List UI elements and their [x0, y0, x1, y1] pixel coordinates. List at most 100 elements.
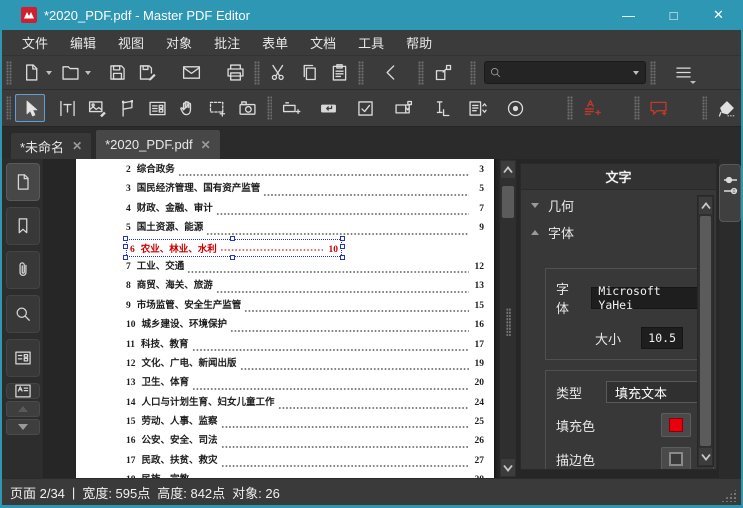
scroll-down-button[interactable] [501, 459, 515, 476]
toolbar-drag-handle[interactable] [701, 96, 708, 120]
type-select[interactable]: 填充文本 [606, 381, 703, 403]
toolbar-drag-handle[interactable] [650, 60, 656, 85]
add-combobox-button[interactable] [388, 94, 418, 122]
save-as-button[interactable] [132, 59, 162, 87]
fill-color-button[interactable] [661, 413, 691, 437]
toolbar-drag-handle[interactable] [470, 60, 476, 85]
text-annotation-button[interactable] [577, 94, 607, 122]
save-button[interactable] [102, 59, 132, 87]
toc-row[interactable]: 2 综合政务 3 [126, 161, 484, 180]
menu-item-视图[interactable]: 视图 [108, 30, 154, 55]
tab-2020-pdf[interactable]: *2020_PDF.pdf ✕ [95, 129, 221, 159]
hand-tool-button[interactable] [173, 94, 203, 122]
sidebar-bookmarks-button[interactable] [5, 207, 40, 245]
scrollbar-thumb[interactable] [502, 186, 514, 218]
toolbar-drag-handle[interactable] [418, 60, 424, 85]
sidebar-search-button[interactable] [5, 295, 40, 333]
panel-scrollbar-thumb[interactable] [700, 216, 711, 446]
selection-handle[interactable] [340, 243, 345, 249]
toc-row[interactable]: 18民族、宗教28 [126, 471, 484, 478]
menu-item-表单[interactable]: 表单 [252, 30, 298, 55]
selection-handle[interactable] [230, 254, 235, 260]
toc-row[interactable]: 16 公安、安全、司法 26 [126, 432, 484, 451]
toc-row[interactable]: 17 民政、扶贫、救灾 27 [126, 452, 484, 471]
edit-path-tool-button[interactable] [113, 94, 143, 122]
selection-handle[interactable] [123, 243, 128, 249]
pdf-page[interactable]: 2 综合政务 3 3 国民经济管理、国有资产监管 5 4 财政、金融、审计 7 5 国土资源、能源 9… [76, 159, 494, 478]
selection-box[interactable]: 6 农业、林业、水利 10 [123, 235, 345, 260]
add-list-button[interactable] [463, 94, 493, 122]
snapshot-tool-button[interactable] [233, 94, 263, 122]
selection-handle[interactable] [123, 254, 128, 260]
print-button[interactable] [220, 59, 250, 87]
marquee-select-tool-button[interactable] [203, 94, 233, 122]
section-font[interactable]: 字体 [521, 220, 716, 244]
toc-row[interactable]: 8 商贸、海关、旅游 13 [126, 277, 484, 296]
menu-item-工具[interactable]: 工具 [348, 30, 394, 55]
selection-handle[interactable] [123, 235, 128, 241]
panel-scroll-down-button[interactable] [699, 448, 712, 465]
swap-pages-button[interactable] [428, 59, 458, 87]
toc-row[interactable]: 9 市场监管、安全生产监管 15 [126, 297, 484, 316]
selection-handle[interactable] [340, 235, 345, 241]
resize-grip[interactable] [721, 488, 738, 502]
menu-item-编辑[interactable]: 编辑 [60, 30, 106, 55]
edit-image-tool-button[interactable] [83, 94, 113, 122]
toolbar-drag-handle[interactable] [567, 96, 573, 120]
search-dropdown-caret[interactable] [633, 70, 639, 75]
add-text-field-button[interactable] [276, 94, 306, 122]
toc-row[interactable]: 12 文化、广电、新闻出版 19 [126, 355, 484, 374]
cut-button[interactable] [264, 59, 294, 87]
panel-splitter-handle[interactable] [506, 308, 511, 336]
toolbar-drag-handle[interactable] [254, 60, 260, 85]
panel-scroll-up-button[interactable] [699, 197, 712, 214]
document-scrollbar[interactable] [499, 159, 517, 478]
open-dropdown-caret[interactable] [85, 70, 91, 75]
toc-row[interactable]: 13 卫生、体育 20 [126, 374, 484, 393]
toolbar-drag-handle[interactable] [6, 60, 12, 85]
callout-annotation-button[interactable] [644, 94, 674, 122]
edit-text-tool-button[interactable] [53, 94, 83, 122]
toc-row[interactable]: 7 工业、交通 12 [126, 258, 484, 277]
selection-handle[interactable] [340, 254, 345, 260]
search-input[interactable] [484, 61, 646, 84]
sidebar-scroll-up-button[interactable] [5, 401, 40, 417]
add-radio-button-button[interactable] [500, 94, 530, 122]
back-button[interactable] [376, 59, 406, 87]
toolbar-drag-handle[interactable] [6, 96, 12, 120]
add-listbox-cursor-button[interactable] [426, 94, 456, 122]
add-push-button-button[interactable] [314, 94, 344, 122]
tab-close-icon[interactable]: ✕ [72, 139, 82, 153]
edit-forms-tool-button[interactable] [143, 94, 173, 122]
toolbar-drag-handle[interactable] [266, 96, 273, 120]
panel-scrollbar[interactable] [697, 195, 714, 467]
toc-row[interactable]: 10 城乡建设、环境保护 16 [126, 316, 484, 335]
email-button[interactable] [176, 59, 206, 87]
toc-row[interactable]: 3 国民经济管理、国有资产监管 5 [126, 180, 484, 199]
toc-row[interactable]: 11 科技、教育 17 [126, 336, 484, 355]
paste-button[interactable] [324, 59, 354, 87]
toc-row-selected[interactable]: 6 农业、林业、水利 10 [123, 235, 484, 260]
sidebar-comments-button[interactable] [5, 383, 40, 399]
toc-row[interactable]: 14 人口与计划生育、妇女儿童工作 24 [126, 394, 484, 413]
tab-close-icon[interactable]: ✕ [201, 138, 211, 152]
highlighter-button[interactable] [711, 94, 741, 122]
toc-row[interactable]: 4 财政、金融、审计 7 [126, 200, 484, 219]
toc-row[interactable]: 5 国土资源、能源 9 [126, 219, 484, 238]
menu-item-对象[interactable]: 对象 [156, 30, 202, 55]
main-menu-button[interactable] [668, 59, 698, 87]
sidebar-pages-button[interactable] [5, 163, 40, 201]
font-size-input[interactable]: 10.5 [641, 327, 683, 349]
selection-handle[interactable] [230, 235, 235, 241]
add-checkbox-button[interactable] [351, 94, 381, 122]
toolbar-drag-handle[interactable] [358, 60, 364, 85]
toc-row[interactable]: 15 劳动、人事、监察 25 [126, 413, 484, 432]
scroll-up-button[interactable] [501, 161, 515, 178]
stroke-color-button[interactable] [661, 447, 691, 469]
menu-item-文件[interactable]: 文件 [12, 30, 58, 55]
maximize-button[interactable]: □ [651, 0, 696, 30]
menu-item-帮助[interactable]: 帮助 [396, 30, 442, 55]
new-dropdown-caret[interactable] [46, 70, 52, 75]
document-area[interactable]: 2 综合政务 3 3 国民经济管理、国有资产监管 5 4 财政、金融、审计 7 5 国土资源、能源 9… [45, 159, 499, 478]
toolbar-drag-handle[interactable] [634, 96, 640, 120]
